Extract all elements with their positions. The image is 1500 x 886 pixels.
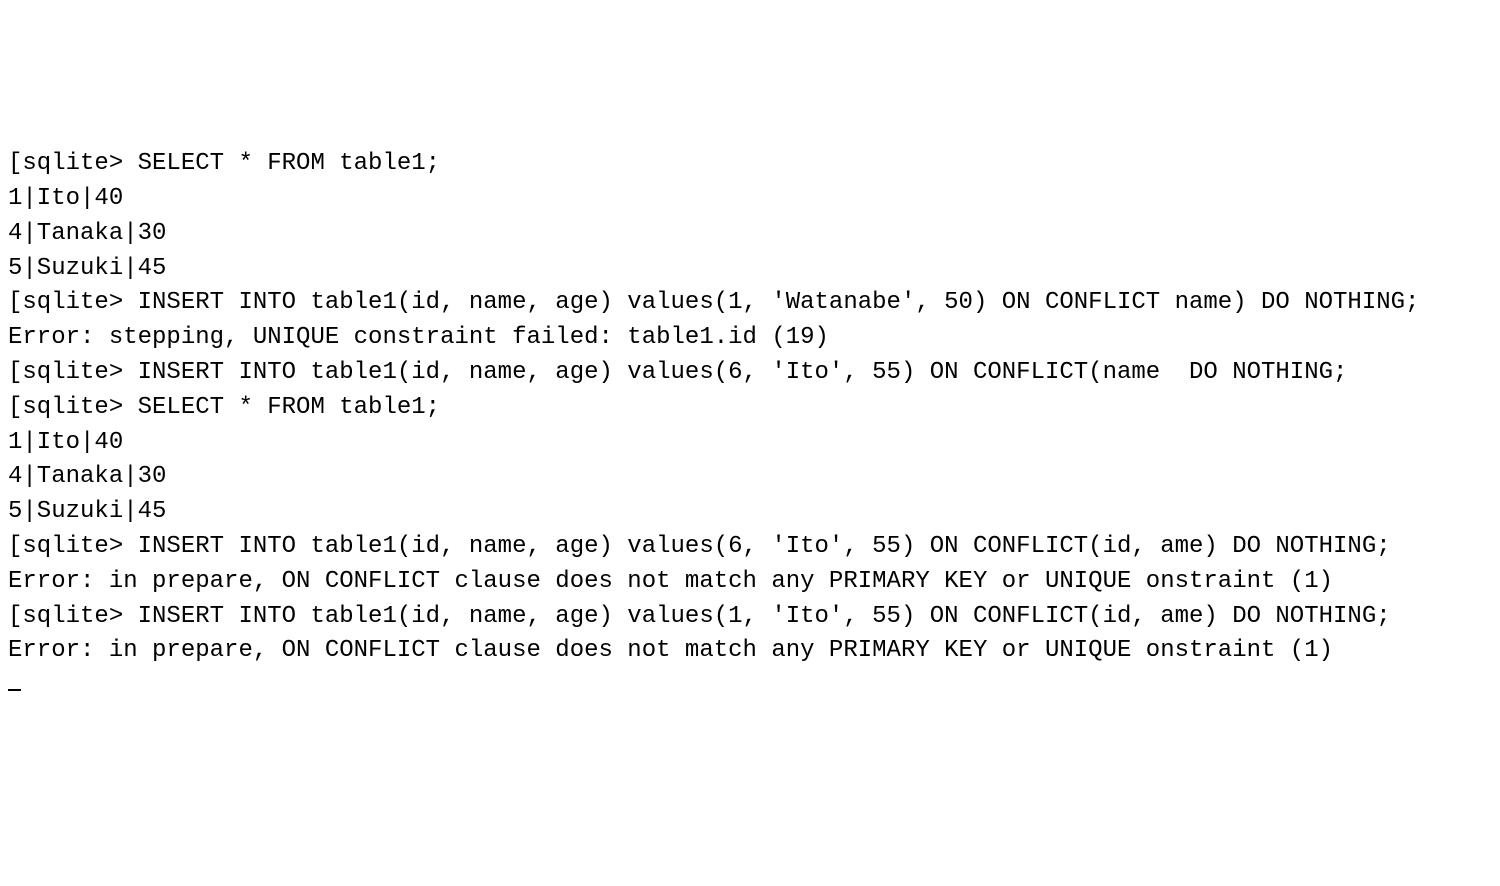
- terminal-line: 5|Suzuki|45: [8, 495, 1492, 530]
- terminal-line: Error: stepping, UNIQUE constraint faile…: [8, 321, 1492, 356]
- terminal-line: 1|Ito|40: [8, 182, 1492, 217]
- terminal-line: [sqlite> INSERT INTO table1(id, name, ag…: [8, 530, 1492, 565]
- terminal-line: [sqlite> INSERT INTO table1(id, name, ag…: [8, 286, 1492, 321]
- cursor-icon: [8, 689, 21, 691]
- terminal-line: [sqlite> INSERT INTO table1(id, name, ag…: [8, 356, 1492, 391]
- terminal-line: [sqlite> SELECT * FROM table1;: [8, 391, 1492, 426]
- terminal-line: Error: in prepare, ON CONFLICT clause do…: [8, 634, 1492, 669]
- terminal-output[interactable]: [sqlite> SELECT * FROM table1;1|Ito|404|…: [8, 147, 1492, 704]
- terminal-line: Error: in prepare, ON CONFLICT clause do…: [8, 565, 1492, 600]
- terminal-line: 4|Tanaka|30: [8, 217, 1492, 252]
- terminal-line: [sqlite> INSERT INTO table1(id, name, ag…: [8, 600, 1492, 635]
- terminal-line: 1|Ito|40: [8, 426, 1492, 461]
- terminal-line: [sqlite> SELECT * FROM table1;: [8, 147, 1492, 182]
- terminal-line: 4|Tanaka|30: [8, 460, 1492, 495]
- terminal-line: 5|Suzuki|45: [8, 252, 1492, 287]
